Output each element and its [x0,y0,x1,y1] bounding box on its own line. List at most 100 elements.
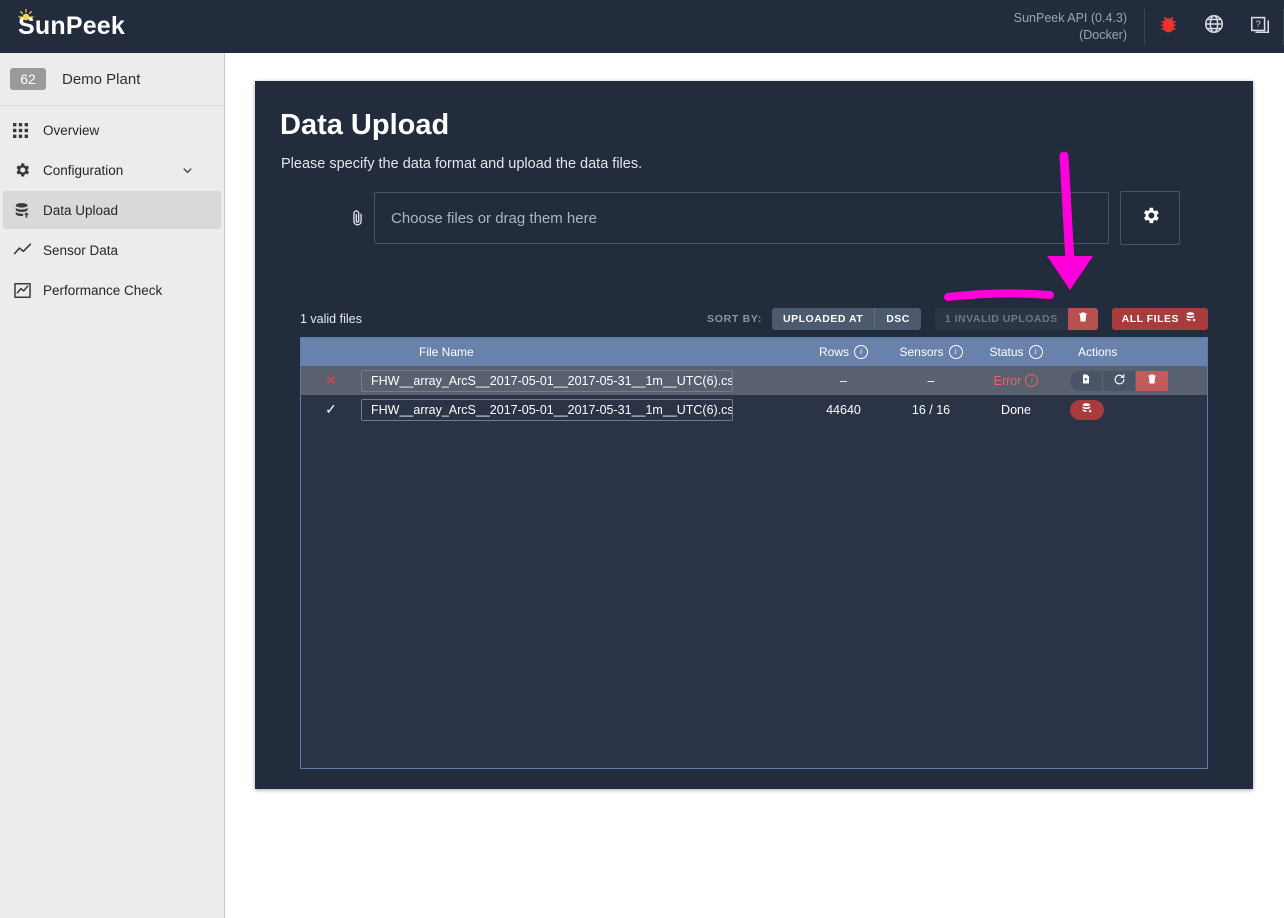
sidebar-item-overview[interactable]: Overview [3,111,221,149]
sensors-cell: 16 / 16 [911,402,951,417]
sun-icon [18,8,34,27]
language-button[interactable] [1191,0,1237,53]
sidebar-item-sensor-data[interactable]: Sensor Data [3,231,221,269]
status-cell: Error i [976,374,1056,388]
file-name-cell: FHW__array_ArcS__2017-05-01__2017-05-31_… [361,369,801,392]
status-header-label: Status [989,345,1024,359]
top-bar: SunPeek SunPeek API (0.4.3) (Docker) ? [0,0,1284,53]
api-version-line2: (Docker) [1079,27,1127,42]
top-bar-right: SunPeek API (0.4.3) (Docker) ? [1014,0,1284,53]
delete-invalid-uploads-button[interactable] [1067,308,1098,330]
globe-icon [1203,13,1225,40]
plant-name-label: Demo Plant [62,70,141,88]
trash-icon [1146,373,1158,388]
table-row[interactable]: ✓ FHW__array_ArcS__2017-05-01__2017-05-3… [301,395,1207,424]
delete-file-button[interactable] [1135,370,1168,391]
status-text: Error [993,373,1022,388]
help-icon: ? [1249,13,1271,40]
sort-controls: UPLOADED AT DSC [772,308,921,330]
help-button[interactable]: ? [1237,0,1283,53]
data-upload-card: Data Upload Please specify the data form… [255,81,1253,789]
rows-column-header: Rows i [801,345,886,359]
database-remove-icon [1081,402,1094,418]
database-upload-icon [13,201,43,220]
app-root: SunPeek SunPeek API (0.4.3) (Docker) ? 6… [0,0,1284,918]
gear-icon [1140,205,1161,231]
invalid-uploads-group: 1 INVALID UPLOADS [934,308,1098,330]
bug-icon [1158,14,1179,40]
invalid-uploads-button[interactable]: 1 INVALID UPLOADS [934,308,1068,330]
file-name-input[interactable]: FHW__array_ArcS__2017-05-01__2017-05-31_… [361,398,733,421]
grid-icon [13,122,43,138]
dropzone-label: Choose files or drag them here [391,209,597,227]
chevron-down-icon[interactable] [180,163,195,178]
sidebar-item-label: Data Upload [43,202,119,218]
database-remove-icon [1185,311,1198,327]
status-cell: Done [1001,402,1031,417]
upload-settings-button[interactable] [1120,191,1180,245]
sort-by-label: SORT BY: [707,313,763,325]
info-icon[interactable]: i [854,345,868,359]
trash-icon [1077,310,1089,328]
table-row[interactable]: ✕ FHW__array_ArcS__2017-05-01__2017-05-3… [301,366,1207,395]
row-actions-cell [1056,399,1206,420]
sidebar: 62 Demo Plant Overview Configuration Dat… [0,53,225,918]
bug-report-button[interactable] [1145,0,1191,53]
brand-logo[interactable]: SunPeek [0,0,226,53]
all-files-button[interactable]: ALL FILES [1111,308,1208,330]
row-select-indicator[interactable]: ✕ [301,372,361,389]
file-dropzone[interactable]: Choose files or drag them here [374,192,1109,244]
sidebar-item-label: Overview [43,122,100,138]
actions-column-header: Actions [1078,345,1118,359]
rows-header-label: Rows [818,345,849,359]
status-column-header: Status i [976,345,1056,359]
remove-data-button[interactable] [1070,399,1104,420]
sensors-header-label: Sensors [899,345,944,359]
inspect-file-button[interactable] [1070,370,1102,391]
main-content: Data Upload Please specify the data form… [225,53,1284,918]
line-chart-icon [13,241,43,260]
brand-name: SunPeek [18,12,126,40]
row-action-group [1070,370,1206,391]
table-header-row: File Name Rows i Sensors i Status i Acti… [301,338,1207,366]
gear-icon [13,161,43,179]
retry-upload-button[interactable] [1102,370,1135,391]
all-files-label: ALL FILES [1121,313,1179,325]
sidebar-item-label: Performance Check [43,282,163,298]
rows-cell: 44640 [826,402,861,417]
files-table: File Name Rows i Sensors i Status i Acti… [300,337,1208,769]
plant-selector[interactable]: 62 Demo Plant [0,53,224,106]
paperclip-icon [340,209,374,228]
info-icon[interactable]: i [1028,345,1043,359]
svg-text:?: ? [1256,19,1261,29]
info-icon[interactable]: i [948,345,963,359]
file-name-column-header: File Name [419,345,474,359]
page-subtitle: Please specify the data format and uploa… [281,156,643,172]
file-name-input[interactable]: FHW__array_ArcS__2017-05-01__2017-05-31_… [361,369,733,392]
sidebar-item-performance-check[interactable]: Performance Check [3,271,221,309]
sensors-cell: – [927,373,935,388]
sidebar-item-label: Sensor Data [43,242,119,258]
page-title: Data Upload [280,109,450,141]
info-icon[interactable]: i [1025,374,1039,387]
sidebar-item-data-upload[interactable]: Data Upload [3,191,221,229]
sort-direction-button[interactable]: DSC [874,308,921,330]
sort-field-button[interactable]: UPLOADED AT [772,308,874,330]
api-version-info: SunPeek API (0.4.3) (Docker) [1014,10,1144,44]
chart-box-icon [13,281,43,300]
status-badge: Error i [994,374,1039,388]
file-name-cell: FHW__array_ArcS__2017-05-01__2017-05-31_… [361,398,801,421]
sensors-column-header: Sensors i [886,345,976,359]
error-mark-icon: ✕ [325,372,337,388]
row-select-indicator[interactable]: ✓ [301,401,361,418]
files-toolbar: 1 valid files SORT BY: UPLOADED AT DSC 1… [300,306,1208,332]
rows-cell: – [840,373,847,388]
api-version-line1: SunPeek API (0.4.3) [1013,10,1127,25]
upload-row: Choose files or drag them here [340,191,1180,245]
plant-id-badge: 62 [10,68,46,90]
sidebar-item-configuration[interactable]: Configuration [3,151,221,189]
check-mark-icon: ✓ [325,401,337,417]
refresh-icon [1113,373,1126,389]
valid-files-count: 1 valid files [300,312,362,326]
document-search-icon [1080,373,1092,388]
